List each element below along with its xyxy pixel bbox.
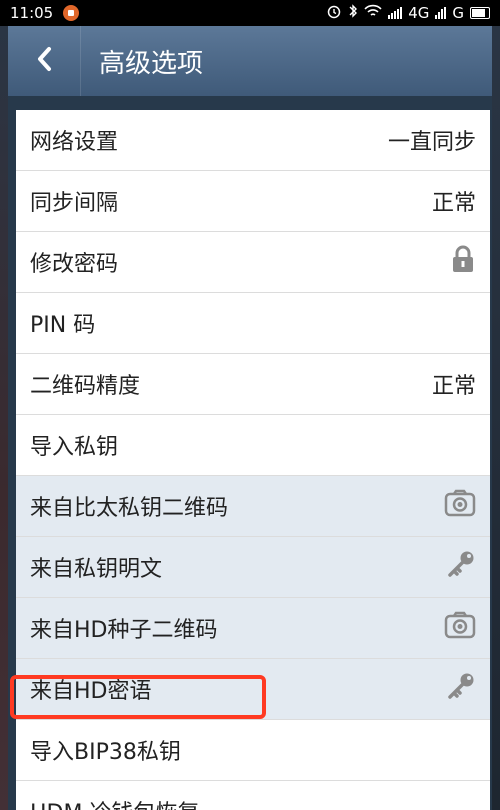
lock-icon xyxy=(450,244,476,280)
row-label: 网络设置 xyxy=(30,130,119,155)
camera-icon xyxy=(444,611,476,645)
row-label: 来自HD种子二维码 xyxy=(30,618,218,643)
row-import-bip38[interactable]: 导入BIP38私钥 xyxy=(16,720,490,781)
row-import-private-key[interactable]: 导入私钥 xyxy=(16,415,490,476)
row-label: 导入BIP38私钥 xyxy=(30,740,181,765)
row-sync-interval[interactable]: 同步间隔 正常 xyxy=(16,171,490,232)
row-value: 正常 xyxy=(431,374,476,399)
background-left xyxy=(0,26,8,810)
row-from-hd-seed-qr[interactable]: 来自HD种子二维码 xyxy=(16,598,490,659)
battery-icon xyxy=(470,7,490,19)
app-header: 高级选项 xyxy=(8,26,492,96)
chevron-left-icon xyxy=(36,46,52,76)
key-icon xyxy=(446,550,476,584)
back-button[interactable] xyxy=(8,26,81,96)
row-pin-code[interactable]: PIN 码 xyxy=(16,293,490,354)
page-title: 高级选项 xyxy=(99,48,204,79)
camera-icon xyxy=(444,489,476,523)
app-notification-icon xyxy=(63,5,80,21)
row-label: 二维码精度 xyxy=(30,374,141,399)
row-label: 导入私钥 xyxy=(30,435,119,460)
status-time: 11:05 xyxy=(10,4,54,22)
bluetooth-icon xyxy=(348,3,358,23)
signal-icon-2 xyxy=(435,7,447,19)
row-hdm-cold-recovery[interactable]: HDM 冷钱包恢复 xyxy=(16,781,490,810)
row-label: 修改密码 xyxy=(30,252,119,277)
row-from-bither-qr[interactable]: 来自比太私钥二维码 xyxy=(16,476,490,537)
row-label: PIN 码 xyxy=(30,313,96,338)
row-label: HDM 冷钱包恢复 xyxy=(30,795,199,810)
row-value: 一直同步 xyxy=(387,130,476,155)
status-bar: 11:05 4G G xyxy=(0,0,500,26)
row-label: 同步间隔 xyxy=(30,191,119,216)
wifi-icon xyxy=(364,4,382,22)
row-change-password[interactable]: 修改密码 xyxy=(16,232,490,293)
row-label: 来自比太私钥二维码 xyxy=(30,496,229,521)
row-value: 正常 xyxy=(431,191,476,216)
key-icon xyxy=(446,672,476,706)
row-label: 来自私钥明文 xyxy=(30,557,163,582)
network-type-label-2: G xyxy=(452,4,464,22)
alarm-icon xyxy=(326,3,342,23)
row-qr-precision[interactable]: 二维码精度 正常 xyxy=(16,354,490,415)
highlight-annotation xyxy=(10,675,266,719)
background-right xyxy=(492,26,500,810)
network-type-label: 4G xyxy=(408,4,430,22)
row-network-settings[interactable]: 网络设置 一直同步 xyxy=(16,110,490,171)
signal-icon xyxy=(388,7,403,19)
row-from-private-key-text[interactable]: 来自私钥明文 xyxy=(16,537,490,598)
